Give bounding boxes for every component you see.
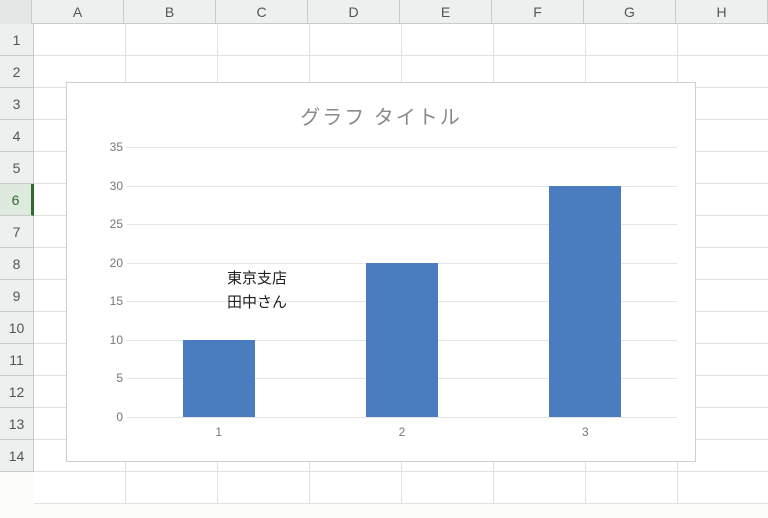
- annotation-0[interactable]: 東京支店 田中さん: [227, 267, 287, 315]
- y-tick-label: 10: [97, 333, 123, 347]
- row-header-10[interactable]: 10: [0, 312, 33, 344]
- row-header-2[interactable]: 2: [0, 56, 33, 88]
- column-header-d[interactable]: D: [308, 0, 400, 24]
- gridline: [127, 417, 677, 418]
- column-header-h[interactable]: H: [676, 0, 768, 24]
- y-tick-label: 35: [97, 140, 123, 154]
- column-header-b[interactable]: B: [124, 0, 216, 24]
- row-header-8[interactable]: 8: [0, 248, 33, 280]
- bar-slot: 2: [310, 147, 493, 417]
- y-tick-label: 20: [97, 256, 123, 270]
- row-header-4[interactable]: 4: [0, 120, 33, 152]
- chart[interactable]: グラフ タイトル 05101520253035 123 東京支店 田中さん: [66, 82, 696, 462]
- y-tick-label: 30: [97, 179, 123, 193]
- column-header-e[interactable]: E: [400, 0, 492, 24]
- row-header-1[interactable]: 1: [0, 24, 33, 56]
- row-header-9[interactable]: 9: [0, 280, 33, 312]
- row-header-13[interactable]: 13: [0, 408, 33, 440]
- y-tick-label: 5: [97, 371, 123, 385]
- x-tick-label: 3: [494, 425, 677, 439]
- row-headers: 1 2 3 4 5 6 7 8 9 10 11 12 13 14: [0, 24, 34, 472]
- spreadsheet: A B C D E F G H 1 2 3 4 5 6 7 8 9 10 11 …: [0, 0, 768, 518]
- annotation-line-1: 東京支店: [227, 270, 287, 287]
- y-tick-label: 25: [97, 217, 123, 231]
- bar[interactable]: [183, 340, 255, 417]
- column-header-a[interactable]: A: [32, 0, 124, 24]
- column-header-f[interactable]: F: [492, 0, 584, 24]
- row-header-3[interactable]: 3: [0, 88, 33, 120]
- bar[interactable]: [366, 263, 438, 417]
- y-tick-label: 0: [97, 410, 123, 424]
- column-header-g[interactable]: G: [584, 0, 676, 24]
- y-tick-label: 15: [97, 294, 123, 308]
- row-header-6[interactable]: 6: [0, 184, 34, 216]
- column-header-c[interactable]: C: [216, 0, 308, 24]
- column-headers: A B C D E F G H: [0, 0, 768, 24]
- row-header-7[interactable]: 7: [0, 216, 33, 248]
- select-all-corner[interactable]: [0, 0, 32, 24]
- annotation-line-2: 田中さん: [227, 294, 287, 311]
- chart-title[interactable]: グラフ タイトル: [67, 101, 695, 130]
- row-header-12[interactable]: 12: [0, 376, 33, 408]
- row-header-5[interactable]: 5: [0, 152, 33, 184]
- bar-slot: 3: [494, 147, 677, 417]
- bar[interactable]: [549, 186, 621, 417]
- x-tick-label: 2: [310, 425, 493, 439]
- row-header-14[interactable]: 14: [0, 440, 33, 472]
- x-tick-label: 1: [127, 425, 310, 439]
- bars: 123: [127, 147, 677, 417]
- row-header-11[interactable]: 11: [0, 344, 33, 376]
- plot-area[interactable]: 05101520253035 123 東京支店 田中さん: [127, 147, 677, 417]
